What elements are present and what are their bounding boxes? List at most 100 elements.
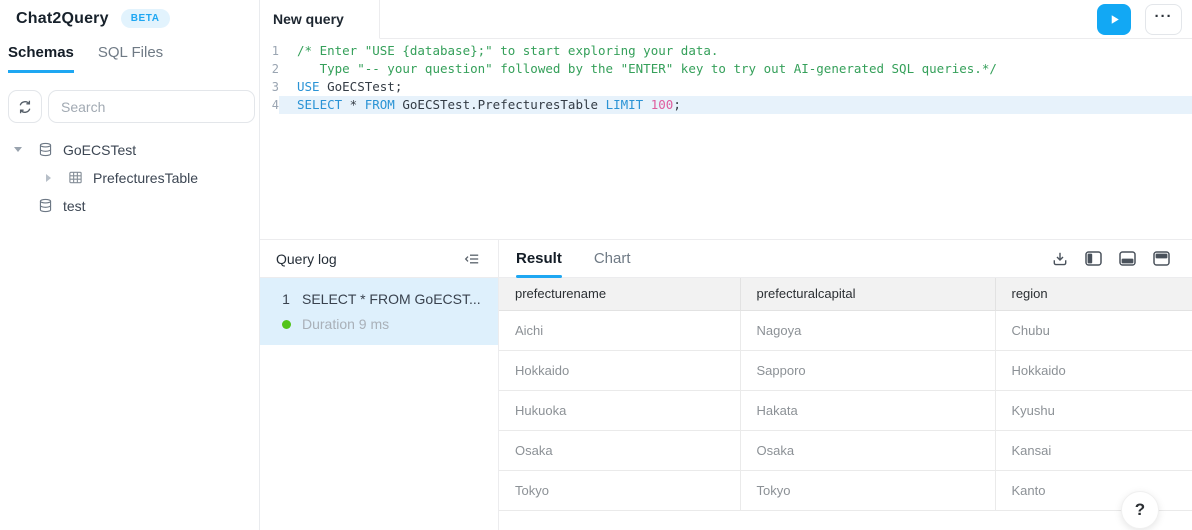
query-duration: Duration 9 ms <box>302 316 390 332</box>
result-header: Result Chart <box>499 240 1192 278</box>
download-button[interactable] <box>1050 249 1070 269</box>
table-cell[interactable]: Hukuoka <box>499 390 741 431</box>
query-log-title: Query log <box>276 250 337 267</box>
table-row[interactable]: Tokyo Tokyo Kanto <box>499 470 1192 511</box>
query-log-sql-row: 1 SELECT * FROM GoECST... <box>280 291 484 307</box>
app-title: Chat2Query <box>16 9 109 27</box>
code-token: LIMIT <box>605 97 644 112</box>
code-token: 100 <box>650 97 674 112</box>
layout-left-icon <box>1085 251 1102 266</box>
result-toolbar <box>1050 249 1172 269</box>
tab-sql-files[interactable]: SQL Files <box>98 44 163 73</box>
download-icon <box>1052 251 1068 267</box>
editor-line[interactable]: 1 /* Enter "USE {database};" to start ex… <box>260 42 1192 60</box>
query-log-status-row: Duration 9 ms <box>280 316 484 332</box>
collapse-log-button[interactable] <box>462 249 482 269</box>
tree-item-label: PrefecturesTable <box>93 169 199 186</box>
editor-line[interactable]: 3 USE GoECSTest; <box>260 78 1192 96</box>
table-cell[interactable]: Osaka <box>499 430 741 471</box>
tree-item-goecstest[interactable]: GoECSTest <box>0 136 259 163</box>
table-cell[interactable]: Hokkaido <box>499 350 741 391</box>
caret-right-icon[interactable] <box>42 173 54 182</box>
editor-line-active[interactable]: 4 SELECT * FROM GoECSTest.PrefecturesTab… <box>260 96 1192 114</box>
table-row[interactable]: Hukuoka Hakata Kyushu <box>499 390 1192 431</box>
table-cell[interactable]: Hokkaido <box>995 350 1192 391</box>
column-header: prefecturalcapital <box>740 278 996 311</box>
table-header-row: prefecturename prefecturalcapital region <box>499 278 1192 311</box>
query-log-header: Query log <box>260 240 498 278</box>
refresh-button[interactable] <box>8 90 42 123</box>
query-log-sql: SELECT * FROM GoECST... <box>302 291 481 307</box>
question-icon: ? <box>1134 500 1146 519</box>
status-cell <box>280 319 292 329</box>
bottom-panels: Query log 1 SELECT * FROM GoECST... Dura… <box>260 239 1192 530</box>
search-input[interactable] <box>48 90 255 123</box>
tab-result[interactable]: Result <box>516 240 562 278</box>
tree-item-prefecturestable[interactable]: PrefecturesTable <box>0 164 259 191</box>
query-log-index: 1 <box>282 291 290 307</box>
layout-bottom-button[interactable] <box>1117 249 1138 268</box>
table-cell[interactable]: Chubu <box>995 310 1192 351</box>
menu-fold-icon <box>464 251 480 267</box>
code-token: * <box>342 97 365 112</box>
line-number: 3 <box>271 80 279 94</box>
layout-bottom-icon <box>1119 251 1136 266</box>
code-token: USE <box>297 79 320 94</box>
editor-actions: ··· <box>1097 0 1192 38</box>
table-cell[interactable]: Kanto <box>995 470 1192 511</box>
table-row[interactable]: Osaka Osaka Kansai <box>499 430 1192 471</box>
code-token: Type "-- your question" followed by the … <box>297 61 997 76</box>
tree-item-label: test <box>63 197 86 214</box>
beta-badge: BETA <box>120 9 170 28</box>
schema-tree: GoECSTest PrefecturesTable test <box>0 136 259 219</box>
database-icon <box>38 142 53 157</box>
tree-item-test[interactable]: test <box>0 192 259 219</box>
schema-search-row <box>0 73 259 123</box>
code-token: GoECSTest.PrefecturesTable <box>394 97 606 112</box>
table-icon <box>68 170 83 185</box>
sidebar: Chat2Query BETA Schemas SQL Files Search… <box>0 0 260 530</box>
line-number: 1 <box>271 44 279 58</box>
database-icon <box>38 198 53 213</box>
column-header: prefecturename <box>499 278 741 311</box>
tab-chart[interactable]: Chart <box>594 240 631 278</box>
table-cell[interactable]: Osaka <box>740 430 996 471</box>
app-header: Chat2Query BETA <box>0 0 259 28</box>
help-button[interactable]: ? <box>1121 491 1159 529</box>
table-row[interactable]: Hokkaido Sapporo Hokkaido <box>499 350 1192 391</box>
sql-editor[interactable]: 1 /* Enter "USE {database};" to start ex… <box>260 39 1192 239</box>
table-cell[interactable]: Nagoya <box>740 310 996 351</box>
play-icon <box>1108 13 1121 26</box>
code-token: /* Enter "USE {database};" to start expl… <box>297 43 719 58</box>
column-header: region <box>995 278 1192 311</box>
table-row[interactable]: Aichi Nagoya Chubu <box>499 310 1192 351</box>
line-number: 2 <box>271 62 279 76</box>
layout-left-button[interactable] <box>1083 249 1104 268</box>
editor-line[interactable]: 2 Type "-- your question" followed by th… <box>260 60 1192 78</box>
table-cell[interactable]: Aichi <box>499 310 741 351</box>
refresh-icon <box>17 99 33 115</box>
table-cell[interactable]: Kyushu <box>995 390 1192 431</box>
sidebar-tabs: Schemas SQL Files <box>0 28 259 73</box>
table-cell[interactable]: Tokyo <box>740 470 996 511</box>
result-panel: Result Chart prefecturename prefecturalc… <box>499 240 1192 530</box>
code-token: FROM <box>364 97 395 112</box>
layout-top-button[interactable] <box>1151 249 1172 268</box>
tab-schemas[interactable]: Schemas <box>8 44 74 73</box>
success-dot-icon <box>281 319 291 329</box>
code-token: ; <box>673 97 681 112</box>
run-query-button[interactable] <box>1097 3 1131 35</box>
query-log-entry[interactable]: 1 SELECT * FROM GoECST... Duration 9 ms <box>260 278 498 345</box>
caret-down-icon[interactable] <box>12 147 24 152</box>
tab-new-query[interactable]: New query <box>260 0 380 39</box>
editor-tabbar: New query ··· <box>260 0 1192 39</box>
table-cell[interactable]: Sapporo <box>740 350 996 391</box>
table-cell[interactable]: Kansai <box>995 430 1192 471</box>
table-cell[interactable]: Tokyo <box>499 470 741 511</box>
table-cell[interactable]: Hakata <box>740 390 996 431</box>
ellipsis-icon: ··· <box>1154 7 1173 25</box>
line-number: 4 <box>271 98 279 112</box>
more-options-button[interactable]: ··· <box>1145 3 1182 35</box>
code-token: SELECT <box>297 97 343 112</box>
